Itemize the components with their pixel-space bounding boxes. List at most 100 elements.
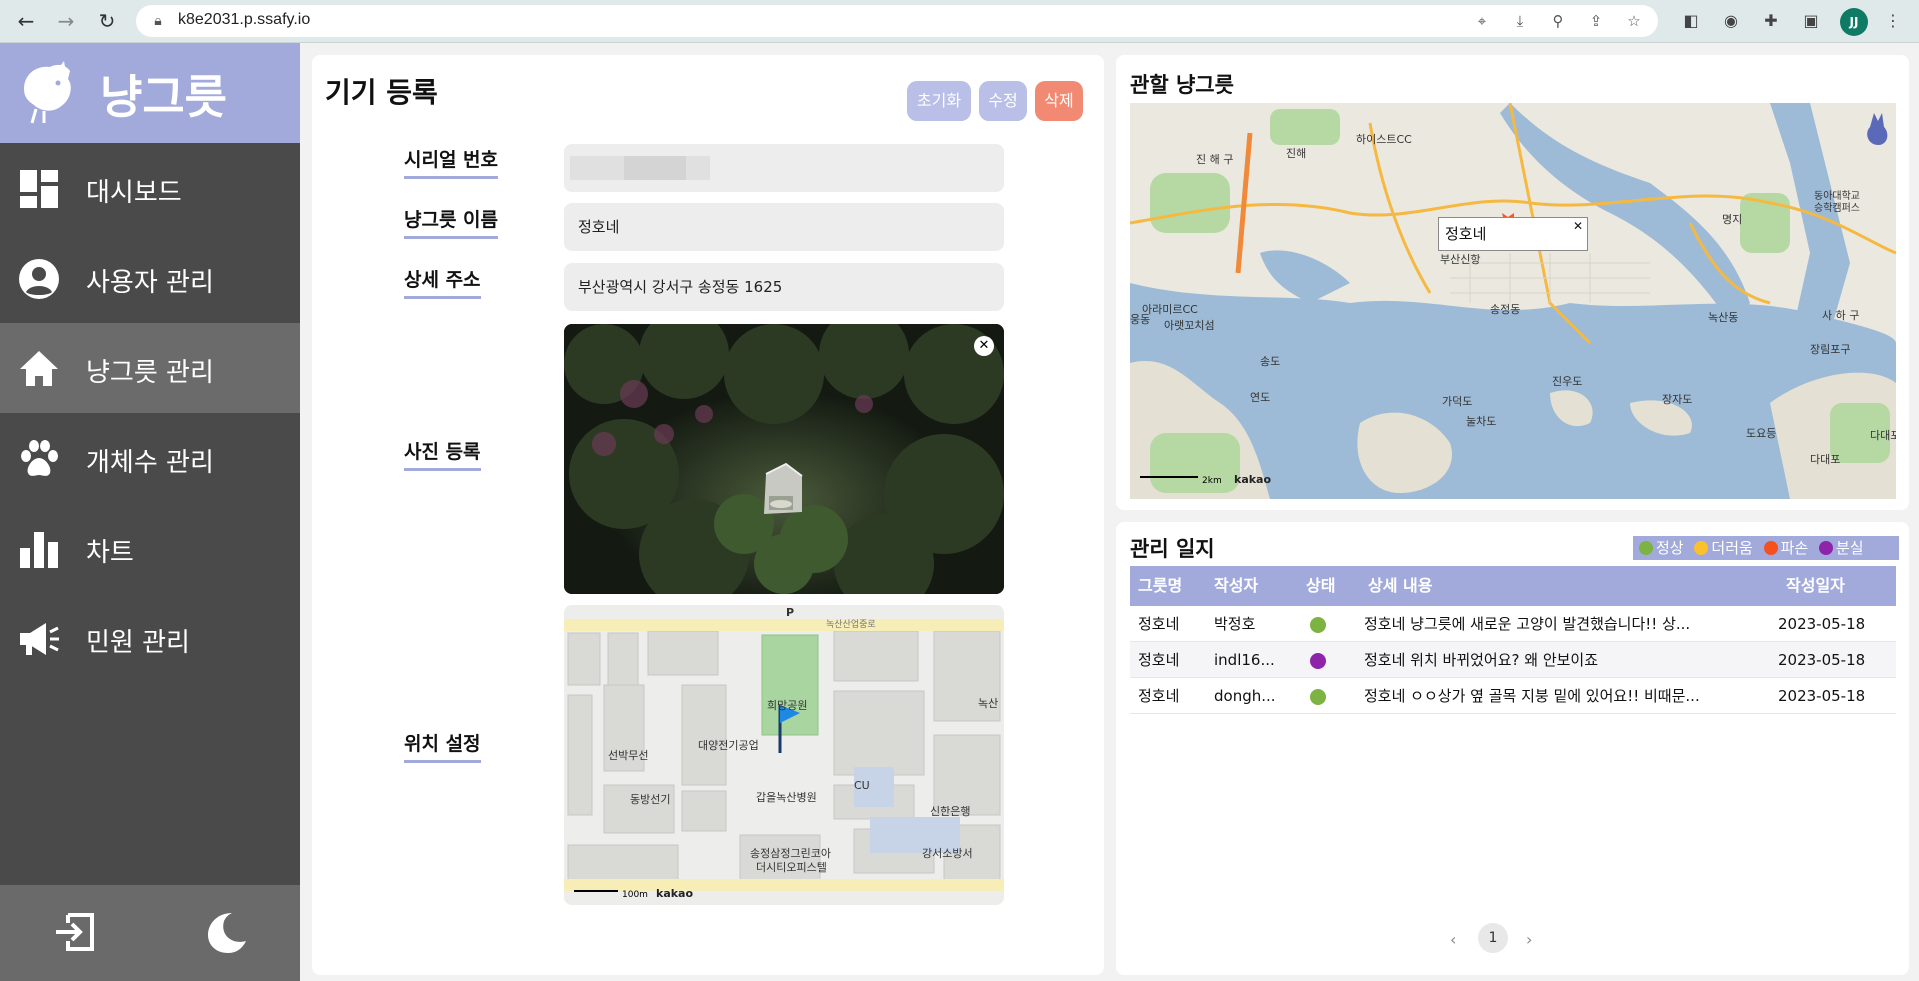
- status-legend: 정상 더러움 파손 분실: [1633, 536, 1899, 560]
- name-field[interactable]: 정호네: [564, 203, 1004, 251]
- sidebar-item-label: 차트: [86, 538, 134, 568]
- brand-header[interactable]: 냥그릇: [0, 43, 300, 143]
- back-arrow-icon[interactable]: ←: [14, 9, 38, 33]
- cell-date: 2023-05-18: [1778, 687, 1866, 705]
- install-icon[interactable]: ⤓: [1510, 11, 1530, 31]
- bookmark-star-icon[interactable]: ☆: [1624, 11, 1644, 31]
- log-title: 관리 일지: [1130, 537, 1215, 561]
- sidebar-item-dashboard[interactable]: 대시보드: [0, 143, 300, 233]
- popup-close-icon[interactable]: ✕: [1573, 210, 1583, 242]
- brand-title: 냥그릇: [100, 70, 227, 124]
- address-bar[interactable]: 🔒︎ k8e2031.p.ssafy.io ⌖ ⤓ ⚲ ⇪ ☆: [136, 5, 1658, 37]
- map-label: 동방선기: [630, 793, 670, 806]
- lock-icon: 🔒︎: [154, 13, 162, 29]
- next-page-icon[interactable]: ›: [1526, 930, 1532, 949]
- logout-icon[interactable]: [52, 909, 98, 955]
- map-scale: 2km: [1202, 476, 1222, 486]
- map-attribution: kakao: [656, 887, 693, 900]
- map-popup-label: 정호네: [1445, 225, 1487, 243]
- dark-mode-moon-icon[interactable]: [202, 909, 248, 955]
- cell-date: 2023-05-18: [1778, 615, 1866, 633]
- map-label: 선박무선: [608, 749, 648, 762]
- reload-icon[interactable]: ↻: [95, 9, 119, 33]
- more-menu-icon[interactable]: ⋮: [1882, 10, 1904, 32]
- reset-button[interactable]: 초기화: [907, 81, 971, 121]
- column-header[interactable]: 그릇명: [1138, 566, 1182, 606]
- sidebar-item-population[interactable]: 개체수 관리: [0, 413, 300, 503]
- legend-item-lost: 분실: [1813, 539, 1864, 557]
- sidebar-item-complaints[interactable]: 민원 관리: [0, 593, 300, 683]
- map-popup[interactable]: 정호네 ✕: [1438, 217, 1588, 251]
- bar-chart-icon: [20, 532, 58, 568]
- home-icon: [20, 351, 58, 386]
- map-label: 더시티오피스텔: [756, 861, 827, 874]
- camera-icon[interactable]: ◉: [1720, 10, 1742, 32]
- map-label: 송도: [1260, 355, 1280, 368]
- side-panel-icon[interactable]: ▣: [1800, 10, 1822, 32]
- map-label: CU: [854, 779, 870, 792]
- map-label: 송정동: [1490, 303, 1520, 316]
- device-photo[interactable]: ✕: [564, 324, 1004, 594]
- cell-content: 정호네 냥그릇에 새로운 고양이 발견했습니다!! 상...: [1364, 615, 1691, 633]
- browser-toolbar: ← → ↻ 🔒︎ k8e2031.p.ssafy.io ⌖ ⤓ ⚲ ⇪ ☆ ◧ …: [0, 0, 1919, 43]
- masked-serial: [570, 156, 710, 180]
- sidebar-item-chart[interactable]: 차트: [0, 503, 300, 593]
- page-title: 기기 등록: [325, 76, 438, 109]
- map-label: 하이스트CC: [1356, 132, 1412, 146]
- map-label: 녹산산업중로: [826, 619, 876, 630]
- map-label: 진 해 구: [1196, 152, 1233, 166]
- sidebar-item-label: 민원 관리: [86, 628, 190, 658]
- map-label: 다대포: [1870, 429, 1896, 442]
- share-icon[interactable]: ⇪: [1586, 11, 1606, 31]
- map-label: 연도: [1250, 391, 1270, 404]
- location-icon[interactable]: ⌖: [1472, 11, 1492, 31]
- map-label: 가덕도: [1442, 395, 1472, 408]
- location-map[interactable]: 녹산산업중로 희망공원 대양전기공업 선박무선 동방선기 갑을녹산병원 CU 신…: [564, 605, 1004, 905]
- table-header: 그릇명 작성자 상태 상세 내용 작성일자: [1130, 566, 1896, 606]
- cat-logo-icon: [24, 61, 71, 124]
- sidebar-item-label: 사용자 관리: [86, 268, 214, 298]
- map-label: P: [786, 606, 794, 619]
- area-map[interactable]: 하이스트CC 진 해 구 진해 명지 동아대학교 승학캠퍼스 아라미르CC 아랫…: [1130, 103, 1896, 499]
- map-label: 진해: [1286, 146, 1306, 160]
- forward-arrow-icon[interactable]: →: [54, 9, 78, 33]
- status-dot: [1310, 689, 1326, 705]
- url-text: k8e2031.p.ssafy.io: [178, 11, 311, 28]
- extension-icon[interactable]: ◧: [1680, 10, 1702, 32]
- area-map-title: 관할 냥그릇: [1130, 73, 1234, 97]
- map-label: 다대포: [1810, 453, 1840, 466]
- column-header[interactable]: 상태: [1306, 566, 1335, 606]
- table-row[interactable]: 정호네 박정호 정호네 냥그릇에 새로운 고양이 발견했습니다!! 상... 2…: [1130, 606, 1896, 642]
- prev-page-icon[interactable]: ‹: [1450, 930, 1456, 949]
- region-map: 하이스트CC 진 해 구 진해 명지 동아대학교 승학캠퍼스 아라미르CC 아랫…: [1130, 103, 1896, 499]
- address-field[interactable]: 부산광역시 강서구 송정동 1625: [564, 263, 1004, 311]
- zoom-icon[interactable]: ⚲: [1548, 11, 1568, 31]
- remove-photo-close-icon[interactable]: ✕: [974, 336, 994, 356]
- puzzle-icon[interactable]: ✚: [1760, 10, 1782, 32]
- column-header[interactable]: 작성일자: [1786, 566, 1845, 606]
- map-label: 진우도: [1552, 375, 1582, 388]
- map-label: 사 하 구: [1822, 308, 1859, 322]
- sidebar-item-label: 냥그릇 관리: [86, 358, 214, 388]
- edit-button[interactable]: 수정: [979, 81, 1027, 121]
- table-row[interactable]: 정호네 indl16... 정호네 위치 바뀌었어요? 왜 안보이죠 2023-…: [1130, 642, 1896, 678]
- sidebar-item-bowls[interactable]: 냥그릇 관리: [0, 323, 300, 413]
- location-label: 위치 설정: [404, 729, 481, 763]
- serial-field[interactable]: [564, 144, 1004, 192]
- profile-avatar[interactable]: JJ: [1840, 8, 1868, 36]
- sidebar-item-users[interactable]: 사용자 관리: [0, 233, 300, 323]
- map-label: 희망공원: [767, 699, 807, 712]
- user-circle-icon: [19, 259, 59, 299]
- page-1-button[interactable]: 1: [1478, 923, 1508, 953]
- map-label: 강서소방서: [922, 847, 973, 860]
- column-header[interactable]: 상세 내용: [1368, 566, 1432, 606]
- delete-button[interactable]: 삭제: [1035, 81, 1083, 121]
- photo-image: [564, 324, 1004, 594]
- legend-item-dirty: 더러움: [1688, 539, 1753, 557]
- status-dot: [1310, 653, 1326, 669]
- status-dot: [1310, 617, 1326, 633]
- name-label: 냥그릇 이름: [404, 205, 499, 239]
- address-label: 상세 주소: [404, 265, 481, 299]
- column-header[interactable]: 작성자: [1214, 566, 1258, 606]
- table-row[interactable]: 정호네 dongh... 정호네 ㅇㅇ상가 옆 골목 지붕 밑에 있어요!! 비…: [1130, 678, 1896, 714]
